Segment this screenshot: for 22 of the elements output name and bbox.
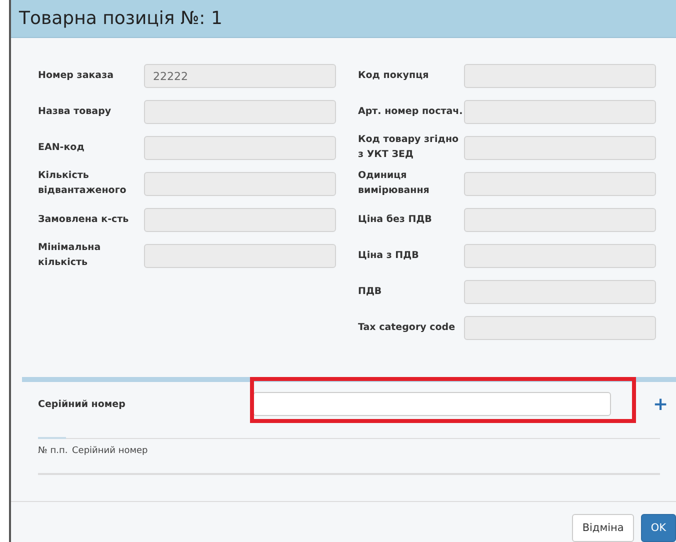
field-label: Код покупця	[358, 68, 430, 83]
ok-button[interactable]: OK	[640, 514, 676, 542]
field-label: Код товару згідно з УКТ ЗЕД	[358, 133, 460, 162]
add-button[interactable]: +	[653, 394, 668, 414]
field-label: ПДВ	[358, 284, 383, 299]
field-label: Серійний номер	[38, 398, 126, 410]
field-label: Tax category code	[358, 320, 456, 335]
field-label: Ціна без ПДВ	[358, 212, 433, 227]
field-label: Арт. номер постач.	[358, 104, 464, 119]
field-label: Ціна з ПДВ	[358, 248, 420, 263]
field-label: Номер заказа	[38, 68, 115, 83]
field-label: Назва товару	[38, 104, 112, 119]
field-label: Замовлена к-сть	[38, 212, 130, 227]
field-label: Одиниця вимірювання	[358, 169, 430, 198]
field-label: EAN-код	[38, 140, 86, 155]
field-label: Кількість відвантаженого	[38, 169, 128, 198]
cancel-button[interactable]: Відміна	[572, 514, 634, 542]
field-label: Мінімальна кількість	[38, 241, 102, 270]
column-header: № п.п.	[38, 445, 69, 458]
column-header: Серійний номер	[72, 445, 148, 458]
serial-number-field[interactable]	[253, 392, 611, 416]
dialog-title: Товарна позиція №: 1	[19, 8, 222, 29]
